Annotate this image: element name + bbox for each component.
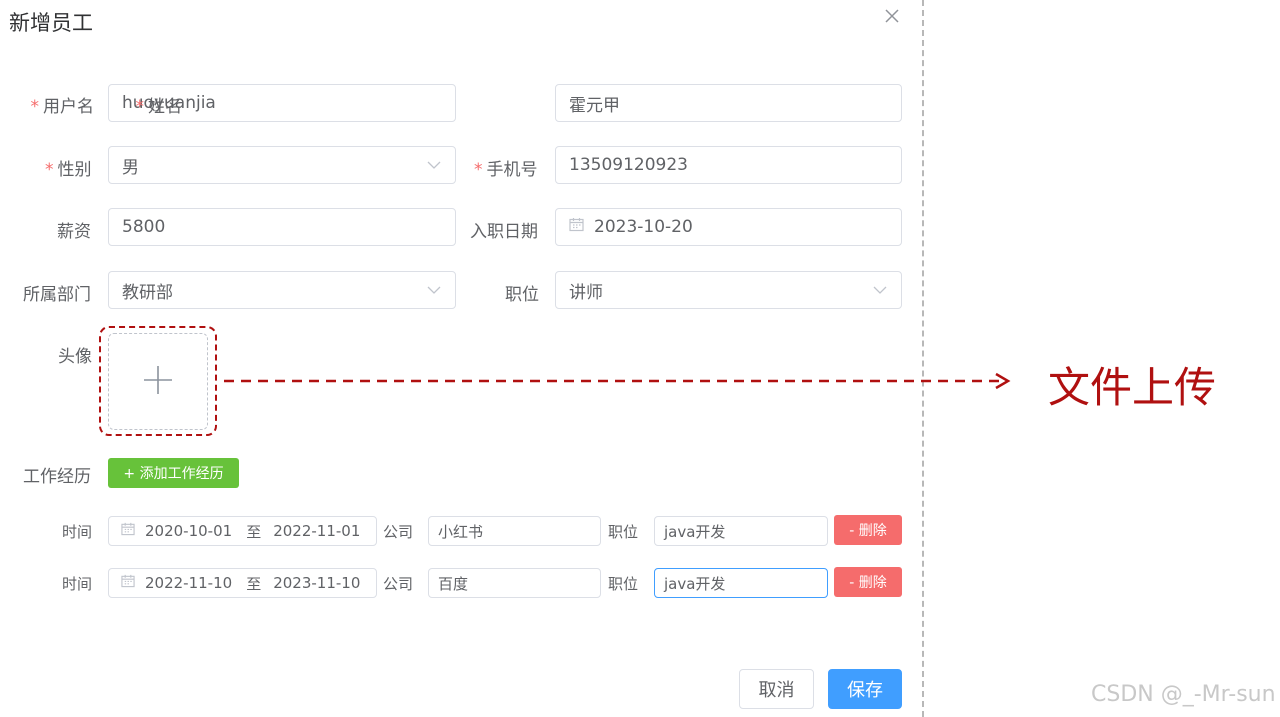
company-input[interactable]: 百度 (428, 568, 601, 598)
watermark: CSDN @_-Mr-sun (1091, 682, 1276, 707)
work-position-input[interactable]: java开发 (654, 516, 828, 546)
close-icon[interactable] (884, 6, 900, 30)
dialog-title: 新增员工 (9, 11, 93, 35)
company-label: 公司 (383, 523, 414, 541)
work-position-input[interactable]: java开发 (654, 568, 828, 598)
required-mark: * (474, 160, 483, 180)
gender-label: * 性别 (45, 160, 92, 180)
position-select[interactable]: 讲师 (555, 271, 902, 309)
range-start: 2020-10-01 (145, 522, 233, 540)
salary-input[interactable]: 5800 (108, 208, 456, 246)
add-work-history-button[interactable]: + 添加工作经历 (108, 458, 239, 488)
work-history-label: 工作经历 (23, 467, 91, 487)
range-separator: 至 (246, 522, 262, 541)
avatar-label: 头像 (58, 347, 92, 367)
required-mark: * (30, 97, 40, 117)
calendar-icon (121, 522, 135, 540)
dashed-divider (922, 0, 924, 717)
company-label: 公司 (383, 575, 414, 593)
range-separator: 至 (246, 574, 262, 593)
name-input[interactable]: 霍元甲 (555, 84, 902, 122)
department-label: 所属部门 (23, 285, 91, 305)
chevron-down-icon (427, 157, 441, 177)
calendar-icon (121, 574, 135, 592)
delete-button[interactable]: - 删除 (834, 515, 902, 545)
delete-button[interactable]: - 删除 (834, 567, 902, 597)
entry-date-picker[interactable]: 2023-10-20 (555, 208, 902, 246)
username-label: * 用户名 (30, 97, 95, 117)
required-mark: * (45, 160, 54, 180)
highlight-box (99, 326, 217, 436)
dashed-arrow-icon (222, 370, 1012, 396)
time-label: 时间 (62, 575, 93, 593)
work-date-range[interactable]: 2022-11-10 至 2023-11-10 (108, 568, 377, 598)
work-date-range[interactable]: 2020-10-01 至 2022-11-01 (108, 516, 377, 546)
range-end: 2023-11-10 (273, 574, 361, 592)
chevron-down-icon (427, 282, 441, 302)
name-label: * 姓名 (135, 97, 183, 117)
range-end: 2022-11-01 (273, 522, 361, 540)
annotation-text: 文件上传 (1048, 363, 1217, 412)
work-position-label: 职位 (608, 575, 639, 593)
cancel-button[interactable]: 取消 (739, 669, 814, 709)
position-label: 职位 (505, 285, 539, 305)
phone-label: * 手机号 (474, 160, 538, 180)
entry-date-label: 入职日期 (470, 222, 538, 242)
salary-label: 薪资 (57, 222, 91, 242)
chevron-down-icon (873, 282, 887, 302)
time-label: 时间 (62, 523, 93, 541)
gender-select[interactable]: 男 (108, 146, 456, 184)
range-start: 2022-11-10 (145, 574, 233, 592)
department-select[interactable]: 教研部 (108, 271, 456, 309)
phone-input[interactable]: 13509120923 (555, 146, 902, 184)
work-position-label: 职位 (608, 523, 639, 541)
required-mark: * (135, 97, 145, 117)
calendar-icon (569, 217, 584, 237)
save-button[interactable]: 保存 (828, 669, 902, 709)
company-input[interactable]: 小红书 (428, 516, 601, 546)
